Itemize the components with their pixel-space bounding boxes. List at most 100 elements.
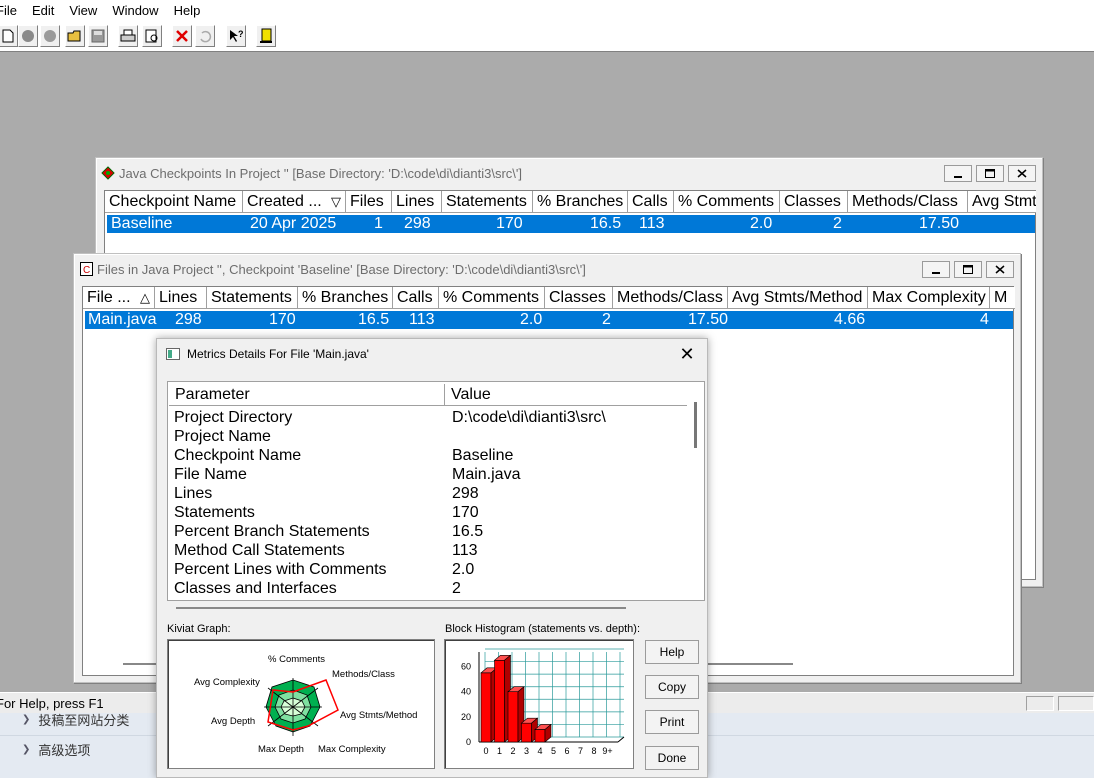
axis-label: Avg Depth xyxy=(211,716,256,727)
table-row[interactable]: Main.java 298 170 16.5 113 2.0 2 17.50 4… xyxy=(85,311,1013,329)
col-file[interactable]: File ... △ xyxy=(83,287,155,309)
list-item[interactable]: Lines 298 xyxy=(174,484,674,503)
save-icon[interactable] xyxy=(88,25,108,47)
print-icon[interactable] xyxy=(118,25,138,47)
files-table-header: File ... △ Lines Statements % Branches Ca… xyxy=(83,287,1015,309)
java-file-icon: C xyxy=(78,261,94,277)
col-max-complexity[interactable]: Max Complexity xyxy=(868,287,990,309)
col-methods-class[interactable]: Methods/Class xyxy=(613,287,728,309)
sort-asc-icon: △ xyxy=(140,290,150,305)
copy-button[interactable]: Copy xyxy=(645,675,699,699)
circle-icon[interactable] xyxy=(18,25,38,47)
col-more[interactable]: M xyxy=(990,287,1015,309)
histogram-bar xyxy=(521,722,532,743)
axis-label: Max Depth xyxy=(258,744,304,755)
sort-desc-icon: ▽ xyxy=(331,194,341,209)
new-icon[interactable] xyxy=(0,25,18,47)
kiviat-graph: % Comments Methods/Class Avg Stmts/Metho… xyxy=(167,639,435,769)
context-help-icon[interactable]: ? xyxy=(226,25,246,47)
menu-view[interactable]: View xyxy=(69,3,97,18)
toolbar: ? xyxy=(0,21,1094,52)
col-parameter[interactable]: Parameter xyxy=(169,384,445,406)
histogram-bar xyxy=(507,691,519,743)
histogram-bar xyxy=(494,659,505,743)
list-item[interactable]: Project Name xyxy=(174,427,674,446)
col-statements[interactable]: Statements xyxy=(442,191,533,213)
menu-file[interactable]: File xyxy=(0,3,17,18)
col-classes[interactable]: Classes xyxy=(545,287,613,309)
col-comments[interactable]: % Comments xyxy=(439,287,545,309)
list-item[interactable]: Checkpoint Name Baseline xyxy=(174,446,674,465)
list-item[interactable]: Project Directory D:\code\di\dianti3\src\ xyxy=(174,408,674,427)
minimize-button[interactable] xyxy=(922,261,950,278)
y-tick-label: 20 xyxy=(461,712,471,722)
delete-icon[interactable] xyxy=(172,25,192,47)
x-tick-label: 2 xyxy=(510,746,515,756)
close-button[interactable] xyxy=(986,261,1014,278)
done-button[interactable]: Done xyxy=(645,746,699,770)
axis-label: Avg Stmts/Method xyxy=(340,710,418,721)
x-tick-label: 9+ xyxy=(602,746,612,756)
y-tick-label: 60 xyxy=(461,662,471,672)
col-branches[interactable]: % Branches xyxy=(298,287,393,309)
checkpoints-window-title: Java Checkpoints In Project '' [Base Dir… xyxy=(100,162,1038,184)
col-checkpoint-name[interactable]: Checkpoint Name xyxy=(105,191,243,213)
exit-icon[interactable] xyxy=(256,25,276,47)
vertical-scrollbar[interactable] xyxy=(687,384,704,584)
close-button[interactable] xyxy=(1008,165,1036,182)
x-tick-label: 6 xyxy=(564,746,569,756)
col-calls[interactable]: Calls xyxy=(393,287,439,309)
x-tick-label: 0 xyxy=(483,746,488,756)
svg-text:C: C xyxy=(83,265,90,276)
chevron-down-icon: ❯ xyxy=(22,744,31,755)
x-tick-label: 3 xyxy=(524,746,529,756)
java-diamond-icon xyxy=(100,165,116,181)
minimize-button[interactable] xyxy=(944,165,972,182)
col-calls[interactable]: Calls xyxy=(628,191,674,213)
col-lines[interactable]: Lines xyxy=(392,191,442,213)
horizontal-scrollbar[interactable] xyxy=(176,607,626,609)
col-comments[interactable]: % Comments xyxy=(674,191,780,213)
parameters-header: Parameter Value xyxy=(169,384,687,406)
col-statements[interactable]: Statements xyxy=(207,287,298,309)
close-icon[interactable]: ✕ xyxy=(675,342,699,366)
restore-button[interactable] xyxy=(954,261,982,278)
col-avg-stmts[interactable]: Avg Stmts xyxy=(968,191,1036,213)
restore-button[interactable] xyxy=(976,165,1004,182)
undo-icon[interactable] xyxy=(195,25,215,47)
col-created[interactable]: Created ... ▽ xyxy=(243,191,346,213)
chevron-down-icon: ❯ xyxy=(22,713,31,725)
menu-edit[interactable]: Edit xyxy=(32,3,54,18)
print-button[interactable]: Print xyxy=(645,710,699,734)
col-classes[interactable]: Classes xyxy=(780,191,848,213)
col-lines[interactable]: Lines xyxy=(155,287,207,309)
y-tick-label: 40 xyxy=(461,687,471,697)
col-methods-class[interactable]: Methods/Class xyxy=(848,191,968,213)
list-item[interactable]: File Name Main.java xyxy=(174,465,674,484)
table-row[interactable]: Baseline 20 Apr 2025 1 298 170 16.5 113 … xyxy=(107,215,1035,233)
menu-bar: File Edit View Window Help xyxy=(0,0,1094,21)
list-item[interactable]: Percent Lines with Comments 2.0 xyxy=(174,560,674,579)
menu-window[interactable]: Window xyxy=(112,3,158,18)
svg-text:?: ? xyxy=(238,29,244,39)
x-tick-label: 8 xyxy=(591,746,596,756)
menu-help[interactable]: Help xyxy=(174,3,201,18)
block-histogram: 0 20 40 60 0 1 2 3 4 5 6 7 8 9+ xyxy=(444,639,634,769)
col-value[interactable]: Value xyxy=(445,384,687,406)
list-item[interactable]: Classes and Interfaces 2 xyxy=(174,579,674,598)
list-item[interactable]: Statements 170 xyxy=(174,503,674,522)
axis-label: Max Complexity xyxy=(318,744,386,755)
help-button[interactable]: Help xyxy=(645,640,699,664)
print-preview-icon[interactable] xyxy=(142,25,162,47)
col-avg-stmts-method[interactable]: Avg Stmts/Method xyxy=(728,287,868,309)
circle-2-icon[interactable] xyxy=(40,25,60,47)
col-files[interactable]: Files xyxy=(346,191,392,213)
list-item[interactable]: Method Call Statements 113 xyxy=(174,541,674,560)
open-folder-icon[interactable] xyxy=(65,25,85,47)
scrollbar-thumb[interactable] xyxy=(694,402,697,448)
x-tick-label: 4 xyxy=(537,746,542,756)
list-item[interactable]: Percent Branch Statements 16.5 xyxy=(174,522,674,541)
col-branches[interactable]: % Branches xyxy=(533,191,628,213)
checkpoints-table-header: Checkpoint Name Created ... ▽ Files Lines… xyxy=(105,191,1036,213)
dialog-title: Metrics Details For File 'Main.java' xyxy=(187,347,369,361)
